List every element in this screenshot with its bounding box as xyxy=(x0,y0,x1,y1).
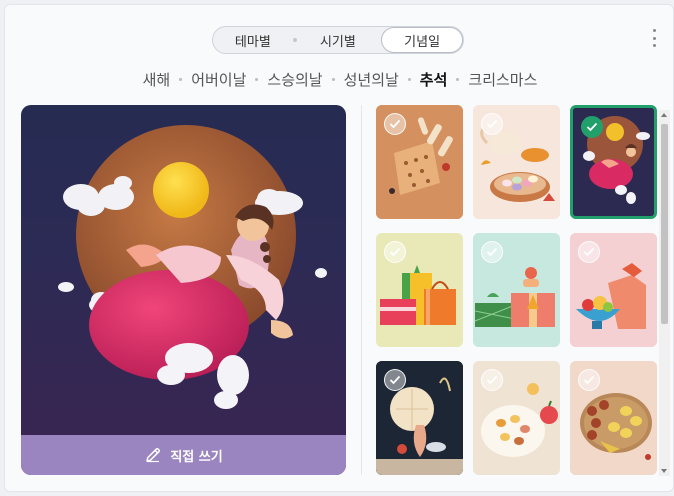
theme-picker-panel: 테마별 시기별 기념일 새해 어버이날 스승의날 성년의날 추석 크리스마스 직… xyxy=(4,4,674,492)
tab-anniversary[interactable]: 기념일 xyxy=(381,27,463,53)
theme-thumbnail-jeon-platter[interactable] xyxy=(570,361,657,475)
separator-dot xyxy=(407,77,411,81)
tab-anniversary-label: 기념일 xyxy=(404,34,441,50)
scroll-up-arrow-icon[interactable] xyxy=(661,113,667,117)
theme-thumbnail-moon-girl[interactable] xyxy=(570,105,657,219)
anniversary-subtabs: 새해 어버이날 스승의날 성년의날 추석 크리스마스 xyxy=(5,67,673,91)
theme-thumbnail-grid xyxy=(376,105,658,477)
write-directly-button[interactable]: 직접 쓰기 xyxy=(21,435,346,475)
theme-thumbnail-gift-set[interactable] xyxy=(473,233,560,347)
separator-dot xyxy=(456,77,460,81)
subtab-teachers-day[interactable]: 스승의날 xyxy=(267,69,322,90)
preview-illustration xyxy=(58,125,327,409)
theme-thumbnail-teapot-songpyeon[interactable] xyxy=(473,105,560,219)
select-check-icon xyxy=(481,241,503,263)
selected-theme-preview: 직접 쓰기 xyxy=(21,105,346,475)
subtab-parents-day[interactable]: 어버이날 xyxy=(191,69,246,90)
select-check-icon xyxy=(481,113,503,135)
theme-thumbnail-gift-boxes[interactable] xyxy=(376,233,463,347)
subtab-chuseok[interactable]: 추석 xyxy=(420,69,448,90)
tab-theme[interactable]: 테마별 xyxy=(213,27,293,53)
theme-thumbnail-yut-game[interactable] xyxy=(376,105,463,219)
write-directly-label: 직접 쓰기 xyxy=(170,449,223,465)
tab-theme-label: 테마별 xyxy=(234,34,271,50)
pencil-icon xyxy=(146,447,161,463)
separator-dot xyxy=(255,77,259,81)
subtab-christmas[interactable]: 크리스마스 xyxy=(468,69,537,90)
select-check-icon xyxy=(384,369,406,391)
separator-dot xyxy=(331,77,335,81)
divider xyxy=(25,491,657,492)
separator-dot xyxy=(179,77,183,81)
theme-thumbnail-moon-vase[interactable] xyxy=(376,361,463,475)
select-check-icon xyxy=(578,369,600,391)
scrollbar-thumb[interactable] xyxy=(661,124,668,324)
thumbnail-scrollbar[interactable] xyxy=(659,110,670,476)
select-check-icon xyxy=(384,241,406,263)
tab-season-label: 시기별 xyxy=(319,34,356,50)
selected-check-icon xyxy=(581,116,603,138)
category-segmented-control: 테마별 시기별 기념일 xyxy=(212,26,464,54)
subtab-coming-of-age-day[interactable]: 성년의날 xyxy=(344,69,399,90)
select-check-icon xyxy=(384,113,406,135)
theme-thumbnail-songpyeon-plate[interactable] xyxy=(473,361,560,475)
theme-thumbnail-fruit-bowl[interactable] xyxy=(570,233,657,347)
scroll-down-arrow-icon[interactable] xyxy=(661,469,667,473)
select-check-icon xyxy=(481,369,503,391)
subtab-new-year[interactable]: 새해 xyxy=(143,69,171,90)
more-options-icon[interactable] xyxy=(648,29,660,47)
divider xyxy=(361,105,362,475)
select-check-icon xyxy=(578,241,600,263)
tab-season[interactable]: 시기별 xyxy=(297,27,380,53)
